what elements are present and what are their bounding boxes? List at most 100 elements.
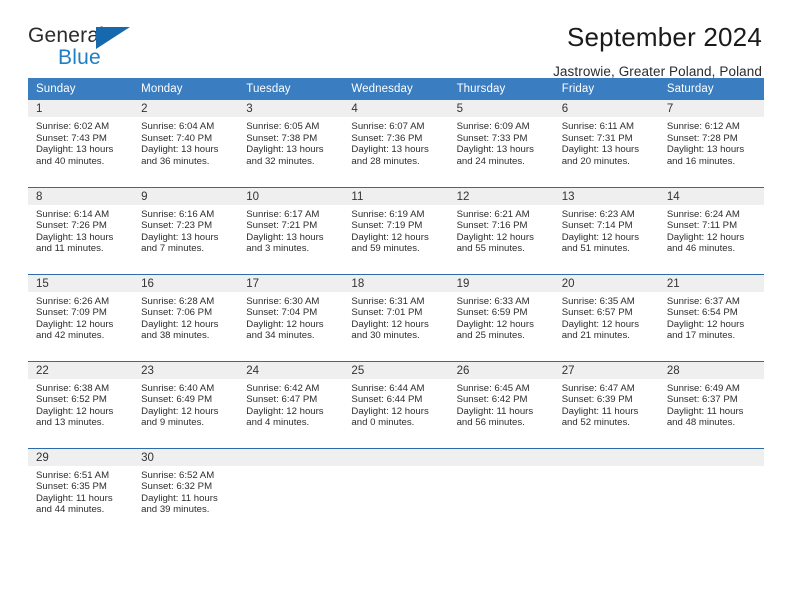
sunrise-text: Sunrise: 6:45 AM [456,382,530,394]
calendar-day-cell[interactable]: 6 Sunrise: 6:11 AM Sunset: 7:31 PM Daylight… [553,100,659,187]
sunset-text: Sunset: 7:28 PM [666,132,738,144]
day-details: Sunrise: 6:19 AM Sunset: 7:19 PM Daylight:… [343,205,448,255]
sunset-text: Sunset: 7:36 PM [351,132,423,144]
daylight-text-line1: Daylight: 13 hours [666,144,745,156]
sunrise-text: Sunrise: 6:38 AM [36,382,110,394]
general-blue-logo[interactable]: General Blue [28,22,148,74]
sunset-text: Sunset: 7:06 PM [141,307,213,319]
day-number: 7 [658,100,764,117]
calendar-day-cell[interactable]: 25 Sunrise: 6:44 AM Sunset: 6:44 PM Dayligh… [343,360,449,448]
sunrise-text: Sunrise: 6:49 AM [666,382,740,394]
sunrise-sunset-calendar: Sunday Monday Tuesday Wednesday Thursday… [28,78,764,535]
day-number: 30 [133,448,239,466]
daylight-text-line2: and 7 minutes. [141,243,205,255]
calendar-day-cell[interactable]: 29 Sunrise: 6:51 AM Sunset: 6:35 PM Dayligh… [28,447,134,535]
sunset-text: Sunset: 6:57 PM [561,307,633,319]
daylight-text-line2: and 3 minutes. [246,243,310,255]
calendar-page: General Blue September 2024 Jastrowie, G… [0,0,792,612]
calendar-week-row: 29 Sunrise: 6:51 AM Sunset: 6:35 PM Dayligh… [28,447,764,535]
calendar-day-cell[interactable]: 10 Sunrise: 6:17 AM Sunset: 7:21 PM Dayligh… [238,186,344,274]
sunrise-text: Sunrise: 6:14 AM [36,208,110,220]
daylight-text-line1: Daylight: 12 hours [666,318,745,330]
daylight-text-line2: and 55 minutes. [456,243,525,255]
weekday-header-thursday: Thursday [448,78,554,100]
day-number: 5 [448,100,554,117]
calendar-day-cell[interactable]: 14 Sunrise: 6:24 AM Sunset: 7:11 PM Dayligh… [658,186,764,274]
day-details: Sunrise: 6:44 AM Sunset: 6:44 PM Daylight:… [343,379,448,429]
sunrise-text: Sunrise: 6:28 AM [141,295,215,307]
calendar-day-cell[interactable]: 13 Sunrise: 6:23 AM Sunset: 7:14 PM Dayligh… [553,186,659,274]
calendar-day-cell[interactable]: 5 Sunrise: 6:09 AM Sunset: 7:33 PM Daylight… [448,100,554,187]
calendar-day-cell[interactable]: 16 Sunrise: 6:28 AM Sunset: 7:06 PM Dayligh… [133,273,239,361]
day-details: Sunrise: 6:24 AM Sunset: 7:11 PM Daylight:… [659,205,764,255]
sunrise-text: Sunrise: 6:16 AM [141,208,215,220]
sunset-text: Sunset: 6:47 PM [246,394,318,406]
day-details [238,466,343,470]
sunset-text: Sunset: 6:37 PM [666,394,738,406]
calendar-day-cell[interactable]: 24 Sunrise: 6:42 AM Sunset: 6:47 PM Dayligh… [238,360,344,448]
calendar-day-cell[interactable]: 22 Sunrise: 6:38 AM Sunset: 6:52 PM Dayligh… [28,360,134,448]
sunset-text: Sunset: 7:11 PM [666,220,738,232]
sunset-text: Sunset: 7:16 PM [456,220,528,232]
calendar-day-cell[interactable]: 11 Sunrise: 6:19 AM Sunset: 7:19 PM Dayligh… [343,186,449,274]
daylight-text-line1: Daylight: 12 hours [351,318,429,330]
sunset-text: Sunset: 7:01 PM [351,307,423,319]
day-number: 18 [343,274,449,292]
weekday-header-friday: Friday [553,78,659,100]
daylight-text-line2: and 56 minutes. [456,417,525,429]
sunrise-text: Sunrise: 6:35 AM [561,295,635,307]
sunset-text: Sunset: 7:40 PM [141,132,213,144]
day-number: 27 [553,361,659,379]
calendar-day-cell[interactable]: 19 Sunrise: 6:33 AM Sunset: 6:59 PM Dayligh… [448,273,554,361]
daylight-text-line1: Daylight: 11 hours [561,405,639,417]
daylight-text-line1: Daylight: 12 hours [561,231,640,243]
daylight-text-line2: and 38 minutes. [141,330,210,342]
day-details: Sunrise: 6:11 AM Sunset: 7:31 PM Daylight:… [554,117,659,167]
day-number: 9 [133,187,239,205]
calendar-day-cell[interactable]: 12 Sunrise: 6:21 AM Sunset: 7:16 PM Dayligh… [448,186,554,274]
calendar-day-cell[interactable]: 28 Sunrise: 6:49 AM Sunset: 6:37 PM Dayligh… [658,360,764,448]
day-number: 28 [658,361,764,379]
calendar-day-cell[interactable]: 4 Sunrise: 6:07 AM Sunset: 7:36 PM Daylight… [343,100,449,187]
sunset-text: Sunset: 6:59 PM [456,307,528,319]
daylight-text-line2: and 4 minutes. [246,417,310,429]
day-details [554,466,659,470]
calendar-day-cell[interactable]: 18 Sunrise: 6:31 AM Sunset: 7:01 PM Dayligh… [343,273,449,361]
daylight-text-line2: and 39 minutes. [141,504,210,516]
day-number: 14 [658,187,764,205]
calendar-day-cell[interactable]: 20 Sunrise: 6:35 AM Sunset: 6:57 PM Dayligh… [553,273,659,361]
day-number: 17 [238,274,344,292]
day-details: Sunrise: 6:26 AM Sunset: 7:09 PM Daylight:… [28,292,133,342]
calendar-day-cell[interactable]: 9 Sunrise: 6:16 AM Sunset: 7:23 PM Daylight… [133,186,239,274]
daylight-text-line1: Daylight: 13 hours [351,144,429,156]
calendar-day-cell[interactable]: 8 Sunrise: 6:14 AM Sunset: 7:26 PM Daylight… [28,186,134,274]
calendar-day-cell[interactable]: 30 Sunrise: 6:52 AM Sunset: 6:32 PM Dayligh… [133,447,239,535]
sunset-text: Sunset: 6:54 PM [666,307,738,319]
day-details: Sunrise: 6:23 AM Sunset: 7:14 PM Daylight:… [554,205,659,255]
calendar-body: 1 Sunrise: 6:02 AM Sunset: 7:43 PM Daylight… [28,100,764,535]
calendar-day-cell[interactable]: 17 Sunrise: 6:30 AM Sunset: 7:04 PM Dayligh… [238,273,344,361]
day-number: 19 [448,274,554,292]
day-number: 24 [238,361,344,379]
calendar-day-cell[interactable]: 26 Sunrise: 6:45 AM Sunset: 6:42 PM Dayligh… [448,360,554,448]
day-number: 21 [658,274,764,292]
sunrise-text: Sunrise: 6:52 AM [141,469,215,481]
sunrise-text: Sunrise: 6:51 AM [36,469,110,481]
sunset-text: Sunset: 6:39 PM [561,394,633,406]
page-subtitle: Jastrowie, Greater Poland, Poland [553,64,762,79]
daylight-text-line1: Daylight: 12 hours [351,405,429,417]
calendar-day-cell[interactable]: 27 Sunrise: 6:47 AM Sunset: 6:39 PM Dayligh… [553,360,659,448]
calendar-day-cell[interactable]: 7 Sunrise: 6:12 AM Sunset: 7:28 PM Daylight… [658,100,764,187]
calendar-day-cell[interactable]: 15 Sunrise: 6:26 AM Sunset: 7:09 PM Dayligh… [28,273,134,361]
day-details: Sunrise: 6:17 AM Sunset: 7:21 PM Daylight:… [238,205,343,255]
calendar-day-cell[interactable]: 23 Sunrise: 6:40 AM Sunset: 6:49 PM Dayligh… [133,360,239,448]
daylight-text-line1: Daylight: 12 hours [141,318,219,330]
day-details: Sunrise: 6:45 AM Sunset: 6:42 PM Daylight:… [449,379,554,429]
day-number: 2 [133,100,239,117]
calendar-day-cell[interactable]: 2 Sunrise: 6:04 AM Sunset: 7:40 PM Daylight… [133,100,239,187]
calendar-day-cell[interactable]: 21 Sunrise: 6:37 AM Sunset: 6:54 PM Dayligh… [658,273,764,361]
calendar-day-cell[interactable]: 1 Sunrise: 6:02 AM Sunset: 7:43 PM Daylight… [28,100,134,187]
day-details: Sunrise: 6:07 AM Sunset: 7:36 PM Daylight:… [343,117,448,167]
weekday-header-wednesday: Wednesday [343,78,449,100]
calendar-day-cell[interactable]: 3 Sunrise: 6:05 AM Sunset: 7:38 PM Daylight… [238,100,344,187]
